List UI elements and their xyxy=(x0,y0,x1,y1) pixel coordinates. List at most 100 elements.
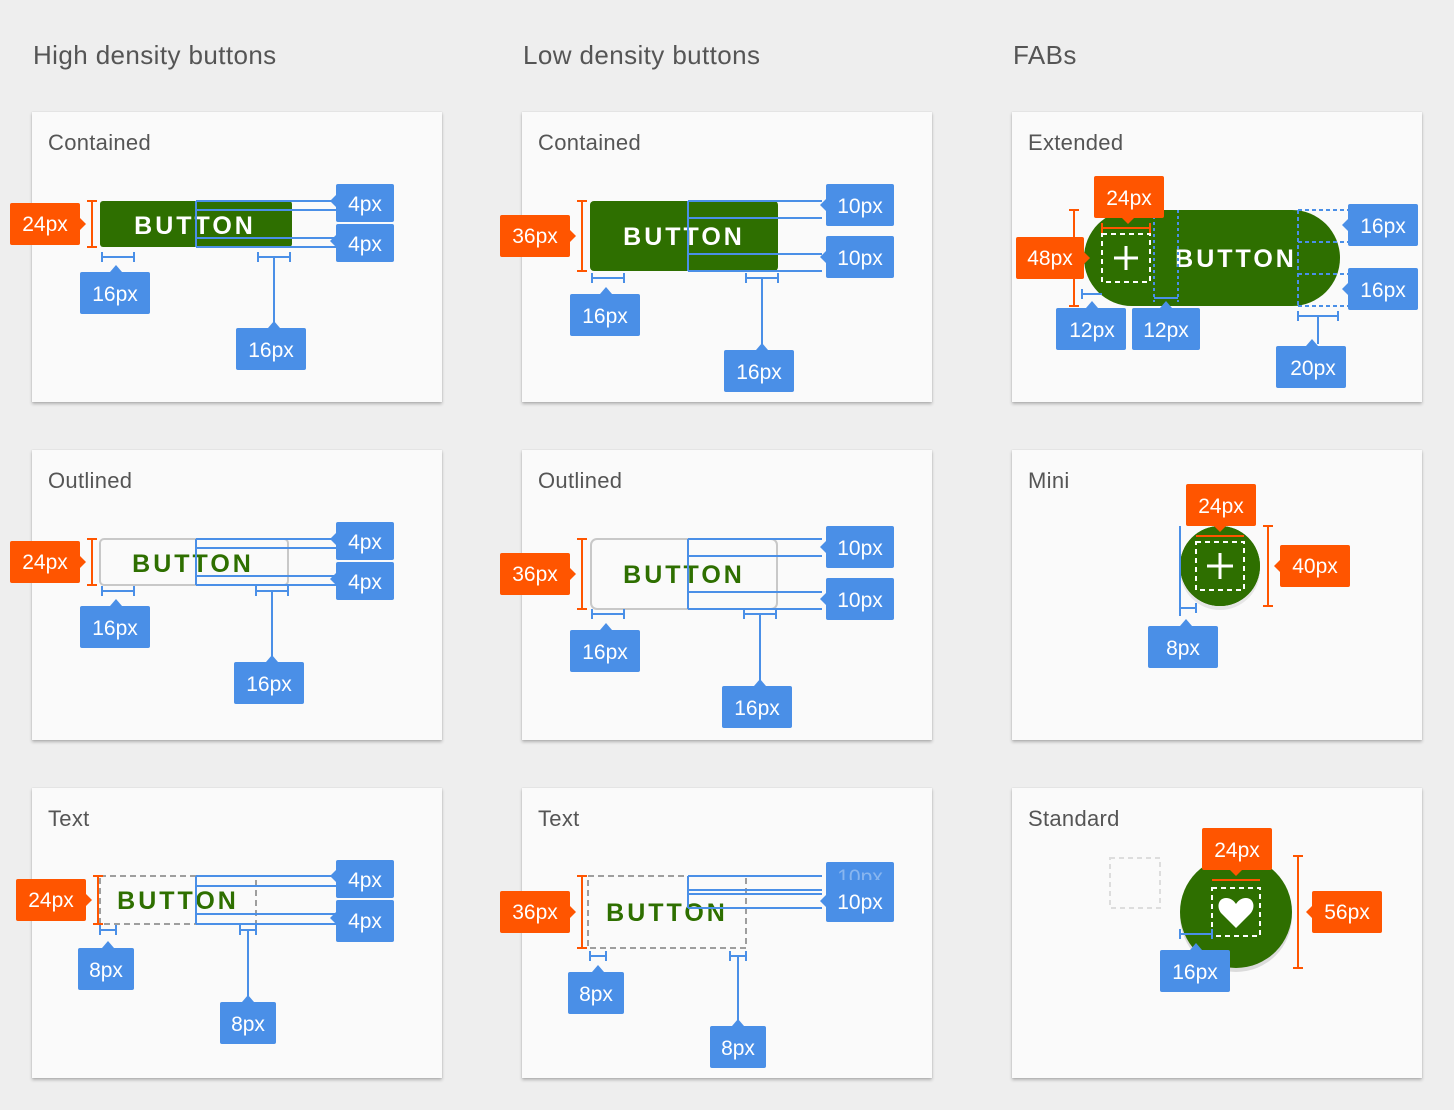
svg-text:10px: 10px xyxy=(837,589,883,612)
column-title-fabs: FABs xyxy=(1013,40,1077,70)
height-line xyxy=(93,875,103,925)
svg-text:24px: 24px xyxy=(1214,839,1260,862)
svg-text:8px: 8px xyxy=(721,1037,755,1060)
top-padding-tag: 10px xyxy=(820,184,894,226)
svg-text:12px: 12px xyxy=(1069,319,1115,342)
svg-text:16px: 16px xyxy=(582,305,628,328)
button-label: BUTTON xyxy=(1175,245,1297,273)
svg-text:10px: 10px xyxy=(837,247,883,270)
right-padding-tag: 8px xyxy=(710,1019,766,1068)
svg-text:4px: 4px xyxy=(348,193,382,216)
height-tag: 36px xyxy=(500,215,576,257)
height-line xyxy=(577,875,587,949)
left-padding-tag: 8px xyxy=(78,941,134,990)
diagram-ld-text: BUTTON 36px 10px 10px 8px 8px xyxy=(500,862,894,1068)
left-padding-tag: 16px xyxy=(570,623,640,672)
top-padding-tag: 4px xyxy=(330,522,394,560)
svg-text:10px: 10px xyxy=(837,537,883,560)
svg-text:16px: 16px xyxy=(582,641,628,664)
button-label: BUTTON xyxy=(623,223,745,251)
right-padding-tag: 16px xyxy=(724,343,794,392)
height-tag: 40px xyxy=(1274,545,1350,587)
left-padding-tag: 16px xyxy=(570,287,640,336)
padding-tag: 8px xyxy=(1148,619,1218,668)
bottom-padding-tag: 4px xyxy=(330,900,394,942)
svg-text:24px: 24px xyxy=(28,889,74,912)
right-padding-tag: 8px xyxy=(220,995,276,1044)
height-line xyxy=(87,538,97,586)
card-hd-text: Text BUTTON 24px 4px 4px 8px 8px xyxy=(16,788,442,1078)
padding-tag: 16px xyxy=(1160,943,1230,992)
icon-size-tag: 24px xyxy=(1186,484,1256,532)
right-padding-tag: 16px xyxy=(234,655,304,704)
left-padding-tag: 12px xyxy=(1056,301,1126,350)
button-label: BUTTON xyxy=(623,561,745,589)
right-padding-tag: 20px xyxy=(1276,339,1346,388)
ghost-icon-bounds xyxy=(1109,857,1161,909)
svg-text:40px: 40px xyxy=(1292,555,1338,578)
diagram-fab-standard: 24px 56px 16px xyxy=(1109,828,1382,992)
svg-text:24px: 24px xyxy=(1106,187,1152,210)
card-fab-standard: Standard 24px 56px 16px xyxy=(1012,788,1422,1078)
svg-text:56px: 56px xyxy=(1324,901,1370,924)
svg-text:24px: 24px xyxy=(22,213,68,236)
padding-tags-overlap: 10px 10px xyxy=(820,862,894,922)
button-label: BUTTON xyxy=(606,899,728,927)
svg-text:36px: 36px xyxy=(512,901,558,924)
card-fab-extended: Extended BUTTON 24px 48px 16px 16px 12px… xyxy=(1012,112,1422,402)
left-padding-tag: 16px xyxy=(80,599,150,648)
spec-button: BUTTON xyxy=(590,201,778,271)
height-tag: 24px xyxy=(10,541,86,583)
height-tag: 24px xyxy=(10,203,86,245)
diagram-fab-mini: 24px 40px 8px xyxy=(1148,484,1350,668)
svg-text:16px: 16px xyxy=(1360,215,1406,238)
card-ld-contained: Contained BUTTON 36px 10px 10px 16px 16p… xyxy=(500,112,932,402)
diagram-ld-outlined: BUTTON 36px 10px 10px 16px 16px xyxy=(500,526,894,728)
svg-text:8px: 8px xyxy=(579,983,613,1006)
top-padding-tag: 4px xyxy=(330,860,394,898)
svg-text:8px: 8px xyxy=(1166,637,1200,660)
card-fab-mini: Mini 24px 40px 8px xyxy=(1012,450,1422,740)
diagram-hd-outlined: BUTTON 24px 4px 4px 16px 16px xyxy=(10,522,394,704)
svg-text:24px: 24px xyxy=(22,551,68,574)
card-hd-contained: Contained BUTTON 24px 4px 4px 16px 16px xyxy=(10,112,442,402)
svg-text:20px: 20px xyxy=(1290,357,1336,380)
svg-text:12px: 12px xyxy=(1143,319,1189,342)
button-label: BUTTON xyxy=(117,887,239,915)
spec-button: BUTTON xyxy=(590,538,778,610)
svg-text:4px: 4px xyxy=(348,910,382,933)
height-tag: 36px xyxy=(500,553,576,595)
svg-text:4px: 4px xyxy=(348,571,382,594)
diagram-hd-contained: BUTTON 24px 4px 4px 16px 16px xyxy=(10,184,394,370)
svg-text:16px: 16px xyxy=(92,617,138,640)
icon-size-tag: 24px xyxy=(1094,176,1164,224)
svg-text:16px: 16px xyxy=(734,697,780,720)
height-tag: 56px xyxy=(1306,891,1382,933)
svg-text:16px: 16px xyxy=(1360,279,1406,302)
svg-text:4px: 4px xyxy=(348,869,382,892)
svg-text:48px: 48px xyxy=(1027,247,1073,270)
svg-text:36px: 36px xyxy=(512,563,558,586)
svg-text:16px: 16px xyxy=(246,673,292,696)
spec-extended-fab: BUTTON xyxy=(1084,210,1340,306)
bottom-padding-tag: 10px xyxy=(820,578,894,620)
spec-button: BUTTON xyxy=(99,875,257,925)
card-hd-outlined: Outlined BUTTON 24px 4px 4px 16px 16px xyxy=(10,450,442,740)
top-padding-tag: 10px xyxy=(820,526,894,568)
diagram-fab-extended: BUTTON 24px 48px 16px 16px 12px 12px 20p… xyxy=(1016,176,1418,388)
height-line xyxy=(87,200,97,248)
svg-text:16px: 16px xyxy=(1172,961,1218,984)
svg-text:24px: 24px xyxy=(1198,495,1244,518)
svg-text:16px: 16px xyxy=(92,283,138,306)
svg-text:8px: 8px xyxy=(89,959,123,982)
column-title-high-density: High density buttons xyxy=(33,40,277,70)
bottom-padding-tag: 10px xyxy=(820,236,894,278)
right-padding-tag: 16px xyxy=(236,321,306,370)
left-padding-tag: 16px xyxy=(80,265,150,314)
bottom-padding-tag: 4px xyxy=(330,224,394,262)
height-tag: 36px xyxy=(500,891,576,933)
svg-text:4px: 4px xyxy=(348,233,382,256)
height-line xyxy=(577,200,587,272)
column-title-low-density: Low density buttons xyxy=(523,40,761,70)
height-tag: 48px xyxy=(1016,237,1090,279)
